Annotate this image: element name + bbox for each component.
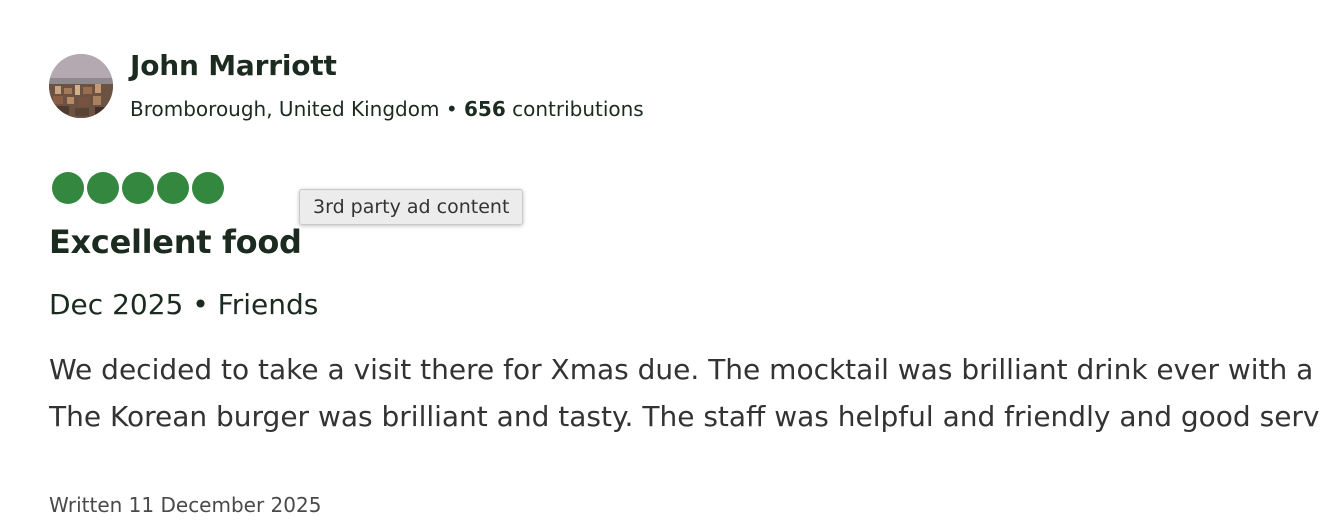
review-card: John Marriott Bromborough, United Kingdo… [0,0,1322,526]
ad-content-tooltip: 3rd party ad content [299,189,524,225]
review-body: We decided to take a visit there for Xma… [49,346,1322,440]
rating-bubble-filled-icon [52,172,84,204]
avatar-photo [49,54,113,118]
rating-bubble-filled-icon [87,172,119,204]
reviewer-location: Bromborough, United Kingdom [130,97,440,121]
rating-bubbles [52,172,224,204]
avatar[interactable] [49,54,113,118]
rating-bubble-filled-icon [192,172,224,204]
contributions-label: contributions [505,97,644,121]
contributions-count: 656 [463,97,506,121]
rating-bubble-filled-icon [157,172,189,204]
visit-info: Dec 2025 • Friends [49,288,319,321]
meta-separator: • [439,97,464,121]
reviewer-meta: Bromborough, United Kingdom • 656 contri… [130,94,644,124]
rating-bubble-filled-icon [122,172,154,204]
review-title[interactable]: Excellent food [49,220,302,264]
reviewer-name[interactable]: John Marriott [130,46,337,86]
review-body-line: We decided to take a visit there for Xma… [49,353,1314,386]
review-body-line: The Korean burger was brilliant and tast… [49,400,1322,433]
written-date: Written 11 December 2025 [49,493,322,517]
